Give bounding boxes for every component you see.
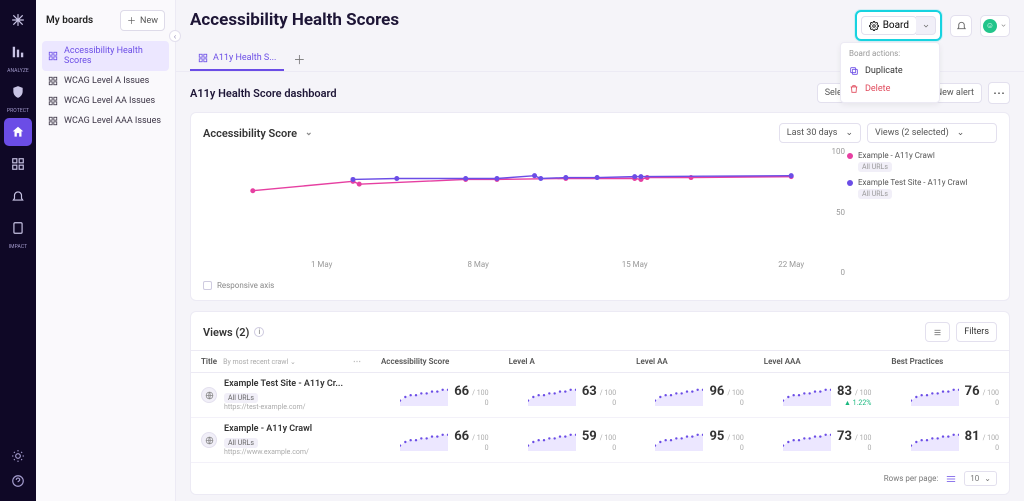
rail-alerts[interactable] [4, 182, 32, 210]
sidebar-item[interactable]: Accessibility Health Scores [42, 41, 169, 71]
views-select[interactable]: Views (2 selected)⌄ [867, 123, 997, 143]
account-menu[interactable]: ☺ [980, 15, 1010, 37]
sidebar-item[interactable]: WCAG Level AAA Issues [42, 111, 169, 131]
bell-icon [956, 20, 967, 31]
checkbox-icon [203, 281, 212, 290]
views-table: TitleBy most recent crawl ⌄ ⋯Accessibili… [191, 350, 1009, 463]
board-button[interactable]: Board [861, 16, 917, 35]
sidebar-item-label: Accessibility Health Scores [64, 46, 163, 66]
sparkline [911, 429, 959, 451]
sparkline [528, 429, 576, 451]
rail-logo[interactable] [4, 6, 32, 34]
chart-area: 1 May 8 May 15 May 22 May [203, 147, 841, 277]
menu-delete[interactable]: Delete [841, 80, 939, 98]
chart-title[interactable]: Accessibility Score⌄ [203, 127, 313, 140]
chevron-down-icon [1000, 22, 1007, 29]
globe-icon [201, 432, 217, 448]
legend-item: Example Test Site - A11y CrawlAll URLs [847, 178, 997, 199]
gear-icon [869, 21, 879, 31]
rail-home[interactable] [4, 118, 32, 146]
legend-dot-icon [847, 153, 853, 159]
column-header[interactable]: TitleBy most recent crawl ⌄ ⋯ [191, 351, 371, 373]
rows-per-page-select[interactable]: 10⌄ [964, 471, 997, 486]
sparkline [655, 384, 703, 406]
density-icon[interactable] [946, 475, 956, 483]
sparkline [528, 384, 576, 406]
chevron-down-icon: ⌄ [305, 128, 313, 138]
page-title: Accessibility Health Scores [190, 10, 399, 30]
sidebar-item-label: WCAG Level AA Issues [64, 96, 155, 106]
chevron-down-icon [922, 22, 930, 30]
board-actions-title: Board actions: [841, 47, 939, 62]
dashboard-more-button[interactable]: ⋯ [988, 82, 1010, 104]
add-tab-button[interactable]: ＋ [288, 48, 310, 70]
rail-protect[interactable] [4, 78, 32, 106]
dashboard-subtitle: A11y Health Score dashboard [190, 87, 337, 100]
board-caret-button[interactable] [916, 16, 936, 35]
board-icon [48, 51, 58, 61]
rail-help-icon[interactable] [11, 449, 25, 466]
sparkline [400, 384, 448, 406]
table-row[interactable]: Example Test Site - A11y Cr...All URLsht… [191, 373, 1009, 418]
sidebar-item-label: WCAG Level AAA Issues [64, 116, 161, 126]
menu-duplicate[interactable]: Duplicate [841, 62, 939, 80]
legend-dot-icon [847, 180, 853, 186]
svg-text:22 May: 22 May [778, 260, 804, 269]
sidebar-title: My boards [46, 15, 93, 26]
rail-analyze[interactable] [4, 38, 32, 66]
board-icon [48, 76, 58, 86]
sparkline [783, 429, 831, 451]
svg-text:15 May: 15 May [622, 260, 648, 269]
info-icon[interactable]: i [254, 327, 264, 337]
globe-icon [201, 387, 217, 403]
sidebar: My boards ＋New Accessibility Health Scor… [36, 0, 176, 501]
column-header[interactable]: Level A [499, 351, 627, 373]
sparkline [655, 429, 703, 451]
board-icon [48, 116, 58, 126]
avatar-icon: ☺ [983, 19, 997, 33]
dashboard-icon [198, 53, 208, 63]
rail-protect-label: PROTECT [7, 108, 29, 114]
rail-impact-label: IMPACT [9, 244, 28, 250]
tab-a11y-health[interactable]: A11y Health S... [190, 47, 284, 71]
column-header[interactable]: Level AA [626, 351, 754, 373]
sidebar-item-label: WCAG Level A Issues [64, 76, 149, 86]
accessibility-score-card: Accessibility Score⌄ Last 30 days⌄ Views… [190, 112, 1010, 301]
rail-impact[interactable] [4, 214, 32, 242]
copy-icon [849, 66, 859, 76]
board-actions-menu: Board actions: Duplicate Delete [840, 42, 940, 103]
legend-item: Example - A11y CrawlAll URLs [847, 151, 997, 172]
notifications-button[interactable] [950, 15, 972, 37]
columns-button[interactable] [925, 322, 950, 342]
sidebar-item[interactable]: WCAG Level AA Issues [42, 91, 169, 111]
views-title: Views (2)i [203, 326, 264, 339]
sparkline [400, 429, 448, 451]
rail-boards[interactable] [4, 150, 32, 178]
sliders-icon [933, 328, 942, 337]
responsive-axis-toggle[interactable]: Responsive axis [203, 281, 997, 290]
svg-text:1 May: 1 May [311, 260, 333, 269]
sparkline [911, 384, 959, 406]
svg-text:8 May: 8 May [467, 260, 489, 269]
rail-settings-icon[interactable] [11, 474, 25, 491]
date-range-select[interactable]: Last 30 days⌄ [779, 123, 861, 143]
column-header[interactable]: Level AAA [754, 351, 882, 373]
main: Accessibility Health Scores Board Board … [176, 0, 1024, 501]
board-menu-highlight: Board Board actions: Duplicate Delete [855, 10, 942, 41]
rows-per-page-label: Rows per page: [884, 474, 939, 483]
chart-legend: 100500Example - A11y CrawlAll URLsExampl… [847, 147, 997, 277]
views-card: Views (2)i Filters TitleBy most recent c… [190, 311, 1010, 495]
column-header[interactable]: Best Practices [881, 351, 1009, 373]
new-board-button[interactable]: ＋New [120, 10, 165, 31]
sidebar-item[interactable]: WCAG Level A Issues [42, 71, 169, 91]
trash-icon [849, 84, 859, 94]
table-row[interactable]: Example - A11y CrawlAll URLshttps://www.… [191, 418, 1009, 463]
column-header[interactable]: Accessibility Score [371, 351, 499, 373]
filters-button[interactable]: Filters [956, 322, 997, 342]
board-icon [48, 96, 58, 106]
rail-analyze-label: ANALYZE [7, 68, 29, 74]
nav-rail: ANALYZE PROTECT IMPACT [0, 0, 36, 501]
sparkline [783, 384, 831, 406]
